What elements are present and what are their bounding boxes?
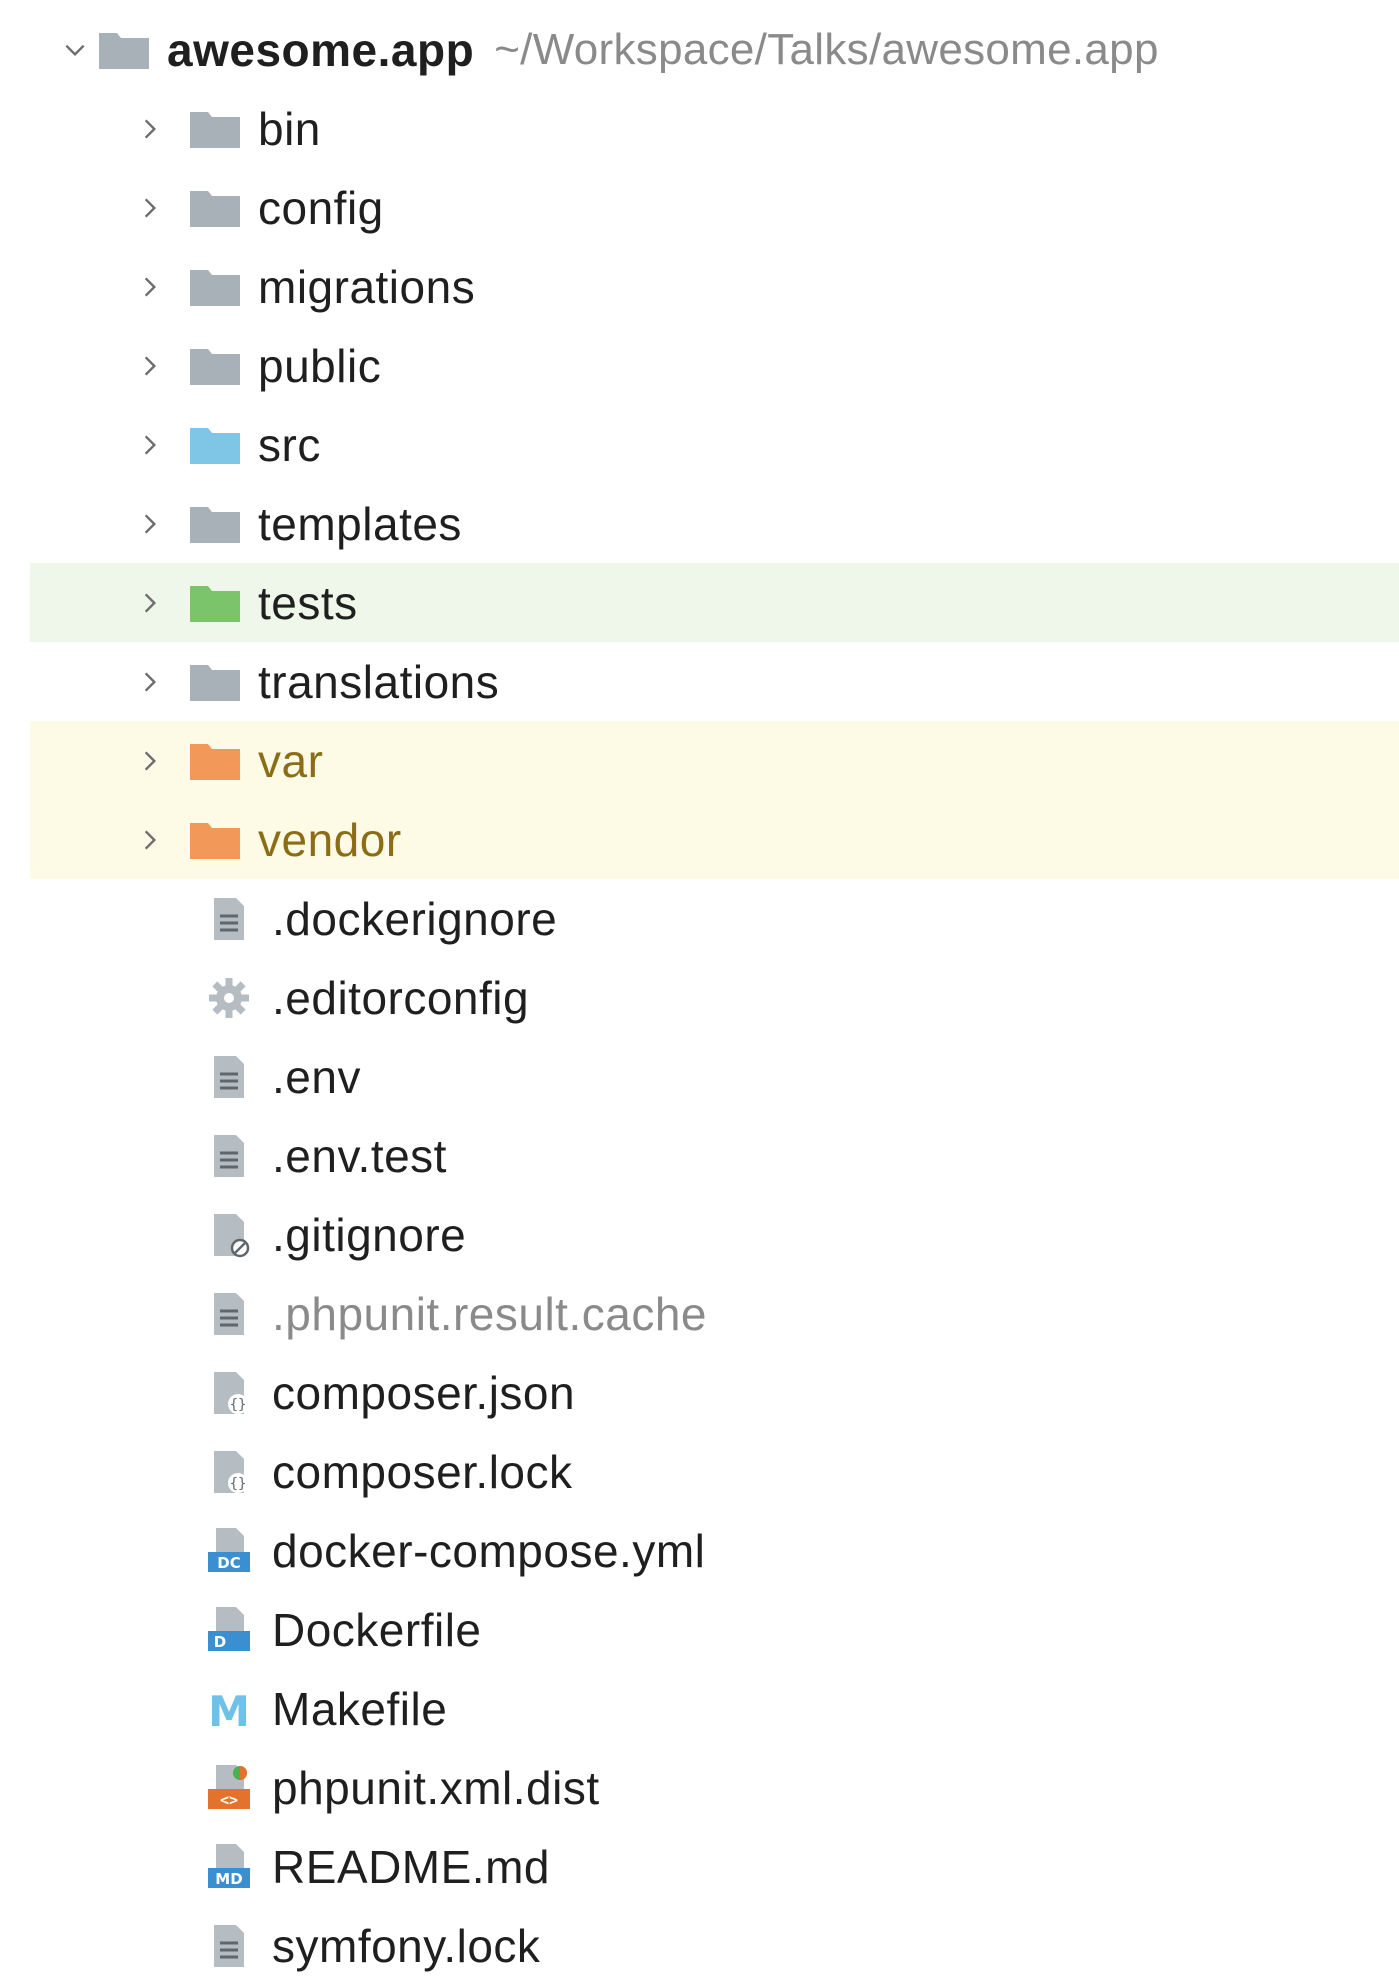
tree-row-file[interactable]: M Makefile [30,1669,1399,1748]
svg-text:D: D [214,1633,226,1651]
folder-name: config [258,181,384,234]
folder-icon [95,25,153,75]
tree-row-folder-bin[interactable]: bin [30,89,1399,168]
tree-row-folder-migrations[interactable]: migrations [30,247,1399,326]
project-tree: awesome.app ~/Workspace/Talks/awesome.ap… [30,10,1399,1985]
folder-icon [186,657,244,707]
json-file-icon: {} [200,1368,258,1418]
file-name: .editorconfig [272,971,530,1024]
chevron-right-icon[interactable] [130,188,170,228]
chevron-right-icon[interactable] [130,346,170,386]
file-name: .phpunit.result.cache [272,1287,707,1340]
tree-row-folder-templates[interactable]: templates [30,484,1399,563]
svg-text:{}: {} [230,1397,247,1413]
file-name: .gitignore [272,1208,467,1261]
file-name: composer.lock [272,1445,573,1498]
docker-compose-file-icon: DC [200,1526,258,1576]
tree-row-folder-src[interactable]: src [30,405,1399,484]
tree-row-file[interactable]: DC docker-compose.yml [30,1511,1399,1590]
file-name: Dockerfile [272,1603,482,1656]
chevron-right-icon[interactable] [130,267,170,307]
folder-name: migrations [258,260,476,313]
tree-row-file[interactable]: .dockerignore [30,879,1399,958]
file-name: README.md [272,1840,550,1893]
json-file-icon: {} [200,1447,258,1497]
folder-name: translations [258,655,500,708]
file-name: docker-compose.yml [272,1524,706,1577]
chevron-right-icon[interactable] [130,662,170,702]
file-name: .dockerignore [272,892,558,945]
tree-row-file[interactable]: symfony.lock [30,1906,1399,1985]
folder-name: vendor [258,813,402,866]
chevron-down-icon[interactable] [55,30,95,70]
source-folder-icon [186,420,244,470]
tree-row-file[interactable]: .phpunit.result.cache [30,1274,1399,1353]
root-folder-path: ~/Workspace/Talks/awesome.app [494,24,1159,74]
makefile-icon: M [200,1684,258,1734]
folder-name: src [258,418,321,471]
test-folder-icon [186,578,244,628]
tree-row-folder-config[interactable]: config [30,168,1399,247]
svg-text:DC: DC [217,1554,240,1572]
folder-name: templates [258,497,462,550]
tree-row-file[interactable]: .gitignore [30,1195,1399,1274]
text-file-icon [200,1131,258,1181]
text-file-icon [200,1052,258,1102]
svg-text:{}: {} [230,1476,247,1492]
tree-row-file[interactable]: .env [30,1037,1399,1116]
tree-row-folder-tests[interactable]: tests [30,563,1399,642]
config-gear-icon [200,973,258,1023]
tree-row-folder-translations[interactable]: translations [30,642,1399,721]
file-name: Makefile [272,1682,448,1735]
tree-row-root[interactable]: awesome.app ~/Workspace/Talks/awesome.ap… [30,10,1399,89]
ignore-file-icon [200,1210,258,1260]
file-name: composer.json [272,1366,576,1419]
tree-row-file[interactable]: .editorconfig [30,958,1399,1037]
tree-row-file[interactable]: D Dockerfile [30,1590,1399,1669]
chevron-right-icon[interactable] [130,583,170,623]
tree-row-file[interactable]: <> phpunit.xml.dist [30,1748,1399,1827]
tree-row-file[interactable]: {} composer.lock [30,1432,1399,1511]
folder-icon [186,499,244,549]
chevron-right-icon[interactable] [130,820,170,860]
chevron-right-icon[interactable] [130,109,170,149]
text-file-icon [200,1289,258,1339]
tree-row-folder-var[interactable]: var [30,721,1399,800]
dockerfile-icon: D [200,1605,258,1655]
text-file-icon [200,1921,258,1971]
folder-name: tests [258,576,358,629]
tree-row-folder-public[interactable]: public [30,326,1399,405]
markdown-file-icon: MD [200,1842,258,1892]
text-file-icon [200,894,258,944]
tree-row-file[interactable]: MD README.md [30,1827,1399,1906]
chevron-right-icon[interactable] [130,504,170,544]
tree-row-file[interactable]: {} composer.json [30,1353,1399,1432]
svg-text:M: M [208,1687,250,1734]
excluded-folder-icon [186,815,244,865]
chevron-right-icon[interactable] [130,741,170,781]
file-name: phpunit.xml.dist [272,1761,600,1814]
svg-text:MD: MD [215,1870,242,1888]
xml-file-icon: <> [200,1763,258,1813]
root-folder-name: awesome.app [167,23,475,76]
tree-row-file[interactable]: .env.test [30,1116,1399,1195]
folder-icon [186,183,244,233]
folder-name: bin [258,102,321,155]
folder-name: var [258,734,324,787]
excluded-folder-icon [186,736,244,786]
file-name: symfony.lock [272,1919,541,1972]
folder-icon [186,262,244,312]
file-name: .env.test [272,1129,447,1182]
folder-icon [186,104,244,154]
chevron-right-icon[interactable] [130,425,170,465]
svg-text:<>: <> [220,1791,238,1809]
tree-row-folder-vendor[interactable]: vendor [30,800,1399,879]
folder-name: public [258,339,382,392]
folder-icon [186,341,244,391]
file-name: .env [272,1050,361,1103]
